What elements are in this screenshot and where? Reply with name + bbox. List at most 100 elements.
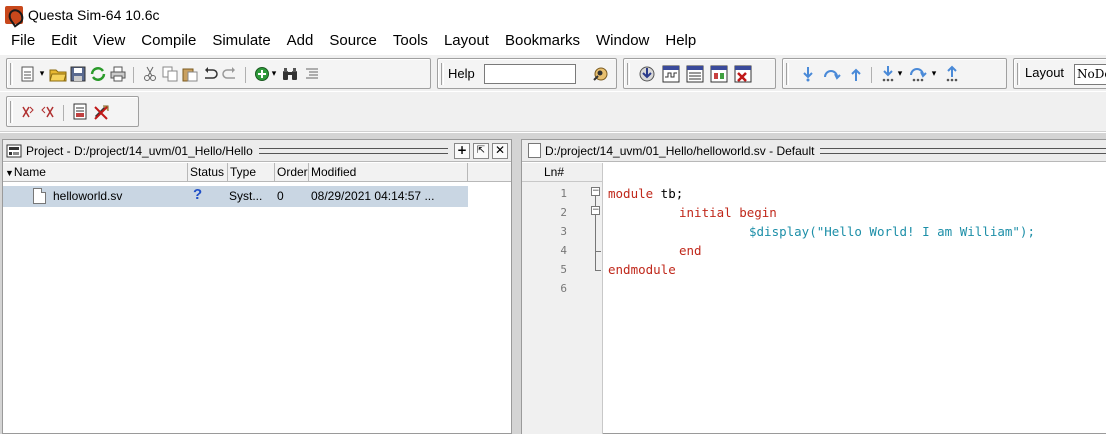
- copy-icon[interactable]: [161, 65, 179, 83]
- project-panel-header: Project - D:/project/14_uvm/01_Hello/Hel…: [3, 140, 511, 162]
- break-icon[interactable]: [734, 65, 752, 83]
- project-panel: Project - D:/project/14_uvm/01_Hello/Hel…: [2, 139, 512, 434]
- compile-selected-icon[interactable]: [21, 103, 39, 121]
- menu-tools[interactable]: Tools: [385, 30, 436, 52]
- help-label: Help: [448, 66, 475, 81]
- menu-window[interactable]: Window: [588, 30, 657, 52]
- column-header-modified[interactable]: Modified: [309, 163, 468, 182]
- column-header-order[interactable]: Order: [275, 163, 309, 182]
- toolbar-separator: [245, 67, 246, 83]
- toolbar-grip[interactable]: [786, 63, 789, 85]
- step-over-all-icon[interactable]: [909, 65, 927, 83]
- sort-arrow-icon: ▼: [5, 168, 14, 178]
- code-line-3[interactable]: $display("Hello World! I am William");: [749, 222, 1035, 241]
- menu-compile[interactable]: Compile: [133, 30, 204, 52]
- editor-panel-header: D:/project/14_uvm/01_Hello/helloworld.sv…: [522, 140, 1106, 162]
- step-over-dropdown-icon[interactable]: ▾: [929, 65, 939, 83]
- panel-drag-handle[interactable]: [258, 147, 448, 154]
- panel-drag-handle[interactable]: [820, 147, 1106, 154]
- line-number: 4: [560, 244, 567, 257]
- source-file-icon[interactable]: [71, 103, 89, 121]
- menu-source[interactable]: Source: [321, 30, 385, 52]
- layout-select[interactable]: NoDesign: [1074, 64, 1106, 85]
- table-row[interactable]: helloworld.sv ? Syst... 0 08/29/2021 04:…: [3, 186, 468, 207]
- paste-icon[interactable]: [181, 65, 199, 83]
- binoculars-icon[interactable]: [281, 65, 299, 83]
- simulate-no-opt-icon[interactable]: [93, 103, 111, 121]
- list-window-icon[interactable]: [686, 65, 704, 83]
- undo-icon[interactable]: [201, 65, 219, 83]
- main-toolbar: ▾ ▾ Help ▾ ▾ Layout NoD: [0, 55, 1106, 91]
- download-icon[interactable]: [638, 65, 656, 83]
- close-pane-icon[interactable]: ✕: [492, 142, 508, 159]
- window-title: Questa Sim-64 10.6c: [28, 7, 160, 23]
- help-search-icon[interactable]: [591, 65, 609, 83]
- line-number: 5: [560, 263, 567, 276]
- layout-toolbar: Layout NoDesign: [1013, 58, 1106, 89]
- toolbar-separator: [133, 67, 134, 83]
- step-into-dropdown-icon[interactable]: ▾: [895, 65, 905, 83]
- editor-panel-title: D:/project/14_uvm/01_Hello/helloworld.sv…: [545, 143, 815, 158]
- source-editor-panel: D:/project/14_uvm/01_Hello/helloworld.sv…: [521, 139, 1106, 434]
- simulate-toolbar: [623, 58, 776, 89]
- status-unknown-icon: ?: [193, 186, 203, 203]
- open-folder-icon[interactable]: [49, 65, 67, 83]
- step-toolbar: ▾ ▾: [782, 58, 1007, 89]
- dataflow-icon[interactable]: [710, 65, 728, 83]
- line-number-gutter: Ln# 1 2 3 4 5 6: [522, 163, 603, 434]
- column-header-name[interactable]: ▼Name: [3, 163, 188, 182]
- file-order: 0: [277, 189, 284, 203]
- help-search-input[interactable]: [484, 64, 576, 84]
- save-icon[interactable]: [69, 65, 87, 83]
- format-icon[interactable]: [303, 65, 321, 83]
- compile-dropdown-icon[interactable]: ▾: [269, 65, 279, 83]
- file-icon: [33, 188, 46, 204]
- wave-window-icon[interactable]: [662, 65, 680, 83]
- toolbar-grip[interactable]: [10, 101, 13, 123]
- code-line-1[interactable]: module tb;: [608, 184, 683, 203]
- column-header-type[interactable]: Type: [228, 163, 275, 182]
- line-number: 3: [560, 225, 567, 238]
- code-line-5[interactable]: endmodule: [608, 260, 676, 279]
- cut-icon[interactable]: [141, 65, 159, 83]
- file-name: helloworld.sv: [53, 189, 123, 203]
- toolbar-grip[interactable]: [627, 63, 630, 85]
- menu-edit[interactable]: Edit: [43, 30, 85, 52]
- title-bar: Questa Sim-64 10.6c: [0, 0, 1106, 30]
- compile-all-icon[interactable]: [41, 103, 59, 121]
- print-icon[interactable]: [109, 65, 127, 83]
- pane-splitter[interactable]: [513, 139, 519, 434]
- menu-layout[interactable]: Layout: [436, 30, 497, 52]
- menu-bookmarks[interactable]: Bookmarks: [497, 30, 588, 52]
- new-dropdown-icon[interactable]: ▾: [37, 65, 47, 83]
- step-out-icon[interactable]: [847, 65, 865, 83]
- undock-icon[interactable]: ⇱: [473, 142, 489, 159]
- toolbar-grip[interactable]: [10, 63, 13, 85]
- code-line-2[interactable]: initial begin: [679, 203, 777, 222]
- menu-add[interactable]: Add: [279, 30, 322, 52]
- step-over-icon[interactable]: [823, 65, 841, 83]
- menu-simulate[interactable]: Simulate: [204, 30, 278, 52]
- redo-icon[interactable]: [221, 65, 239, 83]
- fold-collapse-icon[interactable]: −: [591, 206, 600, 215]
- step-into-icon[interactable]: [799, 65, 817, 83]
- add-pane-button[interactable]: +: [454, 142, 470, 159]
- menu-help[interactable]: Help: [657, 30, 704, 52]
- toolbar-grip[interactable]: [1017, 63, 1020, 85]
- menu-file[interactable]: File: [3, 30, 43, 52]
- line-number-header: Ln#: [522, 163, 603, 182]
- questa-logo-icon: [5, 6, 23, 24]
- new-file-icon[interactable]: [19, 65, 37, 83]
- menu-view[interactable]: View: [85, 30, 133, 52]
- column-header-status[interactable]: Status: [188, 163, 228, 182]
- refresh-icon[interactable]: [89, 65, 107, 83]
- code-line-4[interactable]: end: [679, 241, 702, 260]
- menu-bar: File Edit View Compile Simulate Add Sour…: [0, 30, 1106, 52]
- fold-collapse-icon[interactable]: −: [591, 187, 600, 196]
- toolbar-grip[interactable]: [441, 63, 444, 85]
- step-out-all-icon[interactable]: [943, 65, 961, 83]
- source-file-icon: [528, 143, 541, 158]
- secondary-toolbar: [0, 92, 1106, 132]
- project-icon: [6, 144, 22, 157]
- file-type: Syst...: [229, 189, 263, 203]
